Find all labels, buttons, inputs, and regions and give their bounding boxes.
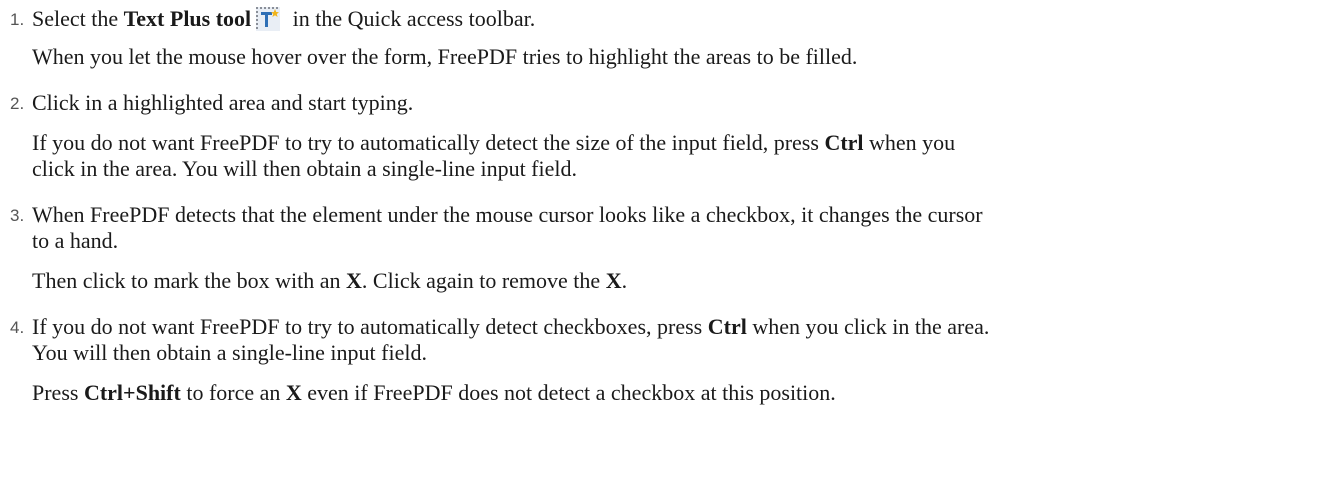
step-number: 1.	[10, 10, 25, 29]
step-1-instruction: Select the Text Plus tool in the Quick a…	[32, 6, 1325, 32]
step-2-note: If you do not want FreePDF to try to aut…	[32, 130, 1325, 182]
step-1-note: When you let the mouse hover over the fo…	[32, 44, 858, 69]
key-name: Ctrl	[824, 130, 864, 155]
step-4-instruction: If you do not want FreePDF to try to aut…	[32, 314, 1325, 366]
step-4: 4. If you do not want FreePDF to try to …	[0, 314, 1325, 406]
instructions-document: 1. Select the Text Plus tool in the Quic…	[0, 0, 1325, 493]
text-segment: If you do not want FreePDF to try to aut…	[32, 314, 708, 339]
step-3-instruction: When FreePDF detects that the element un…	[32, 202, 1325, 254]
step-number: 2.	[10, 94, 25, 113]
text-segment: . Click again to remove the	[361, 268, 606, 293]
step-2-instruction: Click in a highlighted area and start ty…	[32, 90, 414, 115]
text-segment: When FreePDF detects that the element un…	[32, 202, 983, 227]
text-segment: Then click to mark the box with an	[32, 268, 347, 293]
text-segment: Press	[32, 380, 84, 405]
key-name: Ctrl+Shift	[83, 380, 181, 405]
step-3-note: Then click to mark the box with an X. Cl…	[32, 268, 1325, 294]
key-name: X	[605, 268, 622, 293]
text-segment: to force an	[180, 380, 286, 405]
text-segment: click in the area. You will then obtain …	[32, 156, 577, 181]
text-segment: Select the	[32, 6, 124, 31]
text-plus-tool-icon	[255, 6, 281, 32]
text-segment: in the Quick access toolbar.	[287, 6, 536, 31]
step-3: 3. When FreePDF detects that the element…	[0, 202, 1325, 294]
step-4-note: Press Ctrl+Shift to force an X even if F…	[32, 380, 1325, 406]
key-name: X	[346, 268, 362, 293]
step-number: 3.	[10, 206, 25, 225]
tool-name: Text Plus tool	[123, 6, 252, 31]
text-segment: when you	[863, 130, 956, 155]
key-name: X	[285, 380, 302, 405]
step-1: 1. Select the Text Plus tool in the Quic…	[0, 6, 1325, 70]
text-segment: You will then obtain a single-line input…	[32, 340, 427, 365]
text-segment: when you click in the area.	[746, 314, 990, 339]
key-name: Ctrl	[707, 314, 747, 339]
text-segment: .	[621, 268, 628, 293]
step-number: 4.	[10, 318, 25, 337]
text-segment: even if FreePDF does not detect a checkb…	[301, 380, 836, 405]
text-segment: If you do not want FreePDF to try to aut…	[32, 130, 825, 155]
step-2: 2. Click in a highlighted area and start…	[0, 90, 1325, 182]
text-segment: to a hand.	[32, 228, 119, 253]
